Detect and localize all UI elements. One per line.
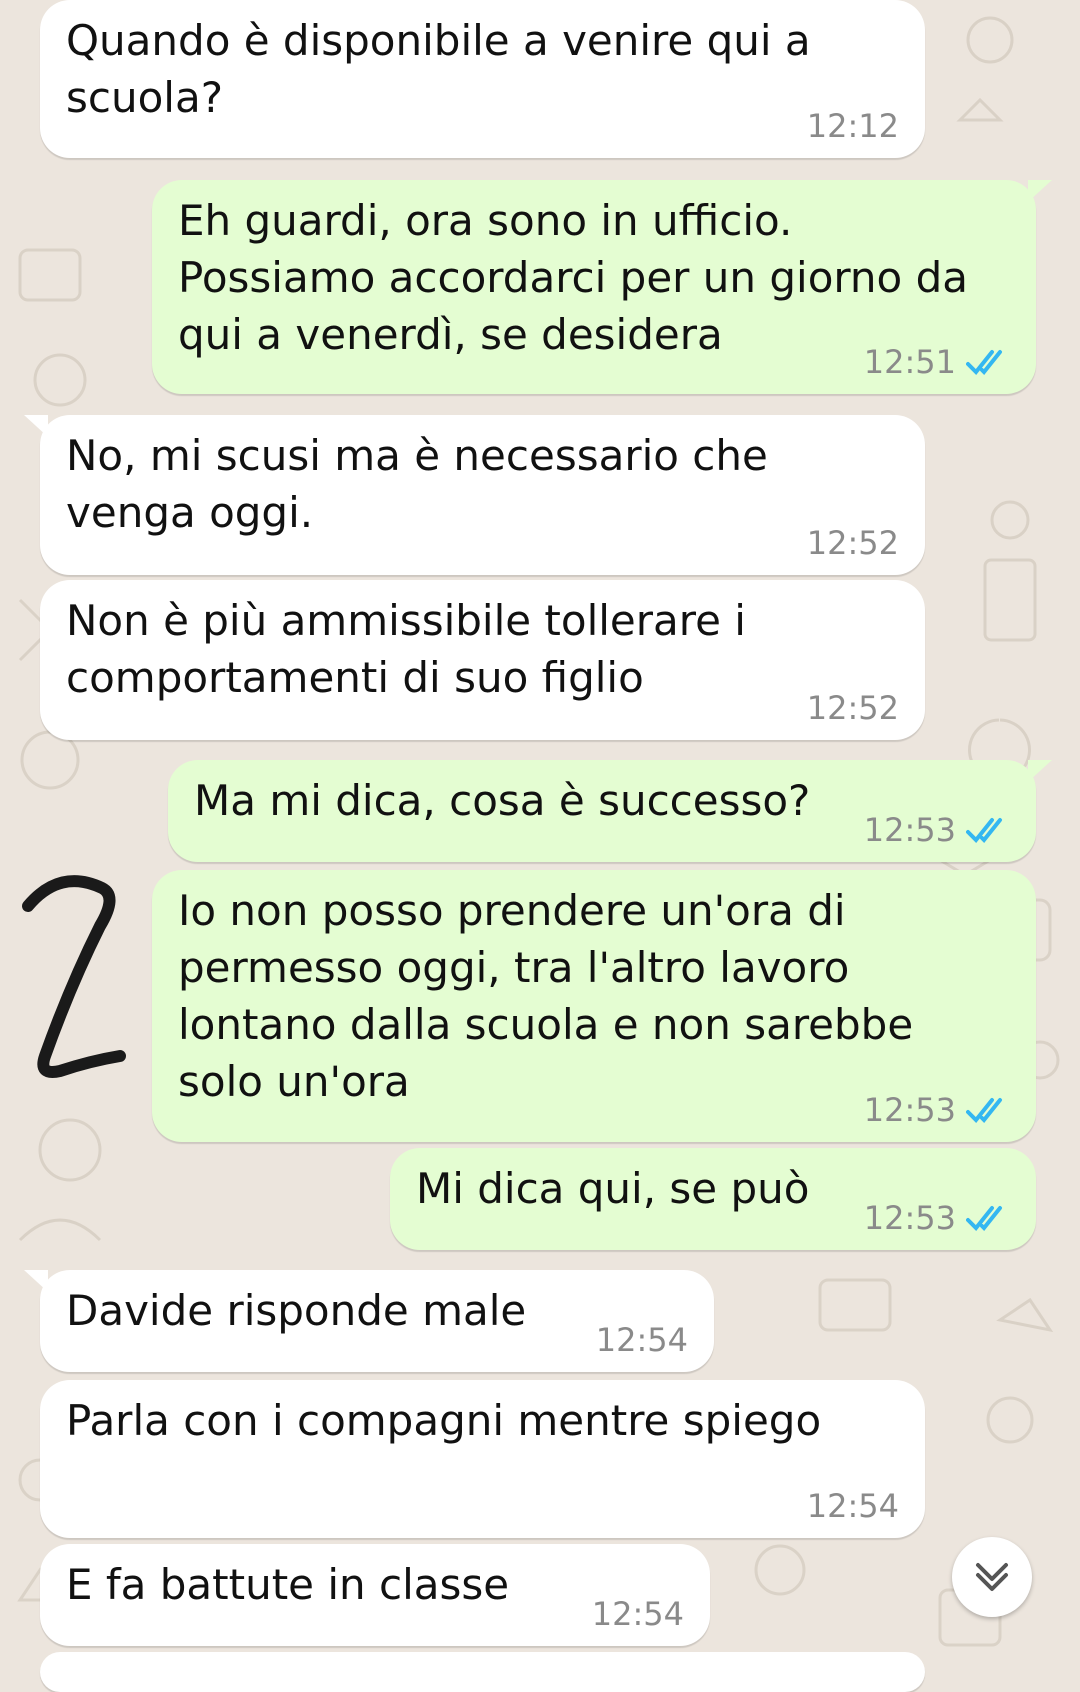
double-check-icon <box>966 1098 1002 1123</box>
message-timestamp: 12:54 <box>595 1321 688 1359</box>
message-text: Io non posso prendere un'ora di permesso… <box>178 886 914 1106</box>
message-text: Davide risponde male <box>66 1286 527 1335</box>
message-timestamp: 12:52 <box>806 689 899 727</box>
message-incoming-partial[interactable] <box>40 1652 925 1692</box>
double-check-icon <box>966 350 1002 375</box>
message-incoming[interactable]: E fa battute in classe 12:54 <box>40 1544 710 1646</box>
message-text: Quando è disponibile a venire qui a scuo… <box>66 16 811 122</box>
message-incoming[interactable]: Non è più ammissibile tollerare i compor… <box>40 580 925 740</box>
message-text: No, mi scusi ma è necessario che venga o… <box>66 431 768 537</box>
message-outgoing[interactable]: Ma mi dica, cosa è successo? 12:53 <box>168 760 1052 862</box>
bubble-tail <box>1028 180 1052 202</box>
message-timestamp: 12:53 <box>863 811 956 849</box>
message-timestamp: 12:51 <box>863 343 956 381</box>
message-incoming[interactable]: Quando è disponibile a venire qui a scuo… <box>40 0 925 158</box>
message-text: Ma mi dica, cosa è successo? <box>194 776 811 825</box>
chevron-double-down-icon <box>976 1563 1008 1591</box>
message-incoming[interactable]: Davide risponde male 12:54 <box>24 1270 714 1372</box>
message-text: Parla con i compagni mentre spiego <box>66 1396 822 1445</box>
message-outgoing[interactable]: Mi dica qui, se può 12:53 <box>390 1148 1036 1250</box>
message-timestamp: 12:54 <box>591 1595 684 1633</box>
message-incoming[interactable]: Parla con i compagni mentre spiego 12:54 <box>40 1380 925 1538</box>
bubble-tail <box>24 1270 48 1292</box>
scroll-to-bottom-button[interactable] <box>952 1537 1032 1617</box>
message-outgoing[interactable]: Io non posso prendere un'ora di permesso… <box>152 870 1036 1142</box>
message-text: Mi dica qui, se può <box>416 1164 810 1213</box>
message-incoming[interactable]: No, mi scusi ma è necessario che venga o… <box>24 415 925 575</box>
message-text: Non è più ammissibile tollerare i compor… <box>66 596 746 702</box>
double-check-icon <box>966 1206 1002 1231</box>
message-outgoing[interactable]: Eh guardi, ora sono in ufficio. Possiamo… <box>152 180 1052 394</box>
message-timestamp: 12:54 <box>806 1487 899 1525</box>
bubble-tail <box>24 415 48 437</box>
double-check-icon <box>966 818 1002 843</box>
message-text: Eh guardi, ora sono in ufficio. Possiamo… <box>178 196 968 359</box>
message-timestamp: 12:53 <box>863 1091 956 1129</box>
message-timestamp: 12:53 <box>863 1199 956 1237</box>
message-text: E fa battute in classe <box>66 1560 510 1609</box>
bubble-tail <box>1028 760 1052 782</box>
handwritten-number-icon <box>22 875 126 1078</box>
message-timestamp: 12:12 <box>806 107 899 145</box>
message-timestamp: 12:52 <box>806 524 899 562</box>
